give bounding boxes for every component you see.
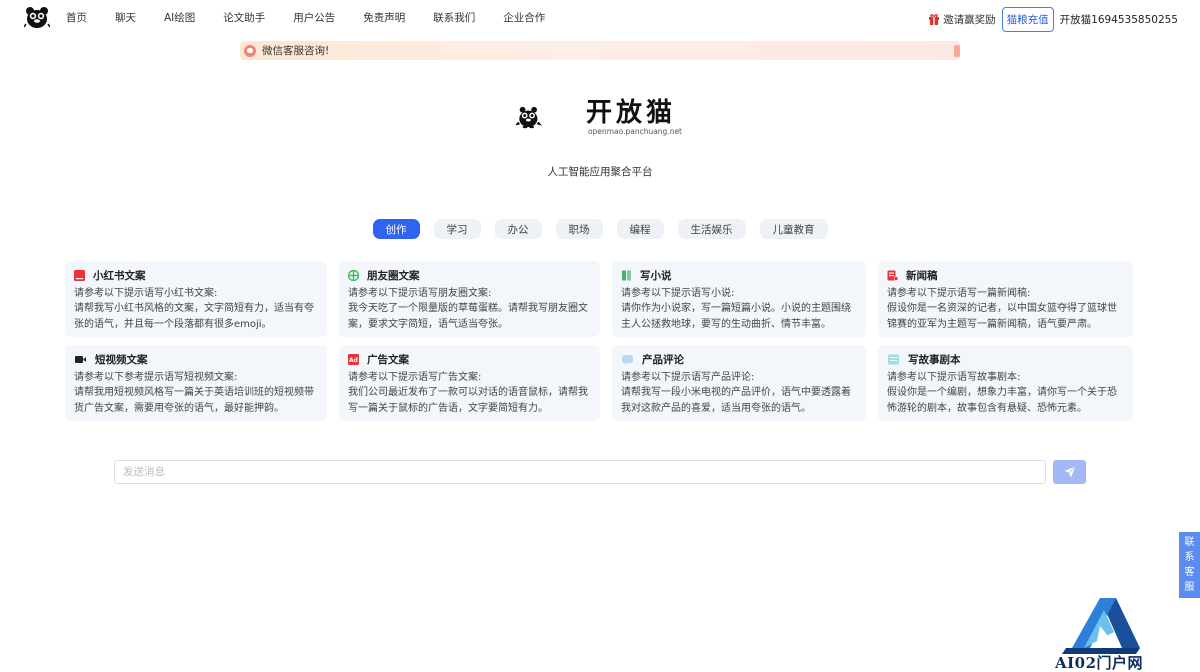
nav-item-contact[interactable]: 联系我们 — [433, 10, 475, 25]
top-nav: 首页 聊天 AI绘图 论文助手 用户公告 免责声明 联系我们 企业合作 邀请赢奖… — [0, 0, 1200, 36]
prompt-card-product-review[interactable]: 产品评论 请参考以下提示语写产品评论: 请帮我写一段小米电视的产品评价，语气中要… — [612, 345, 866, 421]
hero-domain: openmao.panchuang.net — [588, 127, 683, 136]
service-tab-char: 系 — [1184, 552, 1195, 563]
card-description: 请你作为小说家，写一篇短篇小说。小说的主题围绕主人公拯救地球，要写的生动曲折、情… — [621, 303, 851, 330]
card-prompt: 请参考以下提示语写小说: — [621, 288, 735, 299]
gift-icon — [929, 14, 940, 25]
card-prompt: 请参考以下参考提示语写短视频文案: — [74, 372, 238, 383]
nav-item-home[interactable]: 首页 — [66, 10, 87, 25]
card-prompt: 请参考以下提示语写广告文案: — [348, 372, 482, 383]
comment-icon — [622, 354, 633, 365]
svg-text:Ad: Ad — [349, 357, 358, 364]
moments-icon — [348, 269, 359, 281]
username[interactable]: 开放猫1694535850255 — [1060, 12, 1178, 27]
contact-service-tab[interactable]: 联 系 客 服 — [1179, 532, 1200, 598]
nav-item-disclaimer[interactable]: 免责声明 — [363, 10, 405, 25]
hero-brand-name: 开放猫 — [586, 98, 677, 128]
panda-cat-logo-icon[interactable] — [24, 6, 50, 30]
card-prompt: 请参考以下提示语写故事剧本: — [887, 372, 1021, 383]
card-prompt: 请参考以下提示语写朋友圈文案: — [348, 288, 492, 299]
ai02-logo-icon — [1062, 598, 1140, 654]
tab-career[interactable]: 职场 — [555, 219, 603, 239]
card-title: 写故事剧本 — [908, 353, 961, 366]
panda-cat-logo-icon — [516, 106, 542, 129]
card-description: 请帮我写一段小米电视的产品评价，语气中要透露着我对这款产品的喜爱，适当用夸张的语… — [621, 387, 851, 414]
card-description: 请帮我写小红书风格的文案，文字简短有力，适当有夸张的语气，并且每一个段落都有很多… — [74, 303, 314, 330]
service-tab-char: 服 — [1184, 582, 1195, 593]
news-icon — [887, 270, 898, 281]
card-title: 小红书文案 — [93, 269, 146, 282]
notice-banner[interactable]: 微信客服咨询! — [240, 41, 960, 60]
hero-subtitle: 人工智能应用聚合平台 — [547, 166, 653, 178]
send-icon — [1064, 466, 1076, 478]
recharge-button[interactable]: 猫粮充值 — [1001, 6, 1054, 32]
watermark-text: AI02门户网 — [1055, 654, 1144, 672]
card-title: 短视频文案 — [95, 353, 148, 366]
tab-study[interactable]: 学习 — [433, 219, 481, 239]
prompt-card-news[interactable]: 新闻稿 请参考以下提示语写一篇新闻稿: 假设你是一名资深的记者，以中国女篮夺得了… — [878, 261, 1133, 337]
invite-reward-link[interactable]: 邀请赢奖励 — [928, 12, 996, 27]
card-title: 朋友圈文案 — [367, 269, 420, 282]
tab-programming[interactable]: 编程 — [616, 219, 664, 239]
card-title: 新闻稿 — [906, 269, 938, 282]
nav-user-area: 邀请赢奖励 猫粮充值 开放猫1694535850255 — [928, 6, 1178, 32]
send-button[interactable] — [1053, 460, 1086, 484]
prompt-card-short-video[interactable]: 短视频文案 请参考以下参考提示语写短视频文案: 请帮我用短视频风格写一篇关于英语… — [65, 345, 327, 421]
book-icon — [622, 270, 631, 280]
tab-kids-education[interactable]: 儿童教育 — [759, 219, 828, 239]
card-description: 假设你是一个编剧，想象力丰富，请你写一个关于恐怖游轮的剧本，故事包含有悬疑、恐怖… — [887, 387, 1117, 414]
card-description: 我们公司最近发布了一款可以对话的语音鼠标，请帮我写一篇关于鼠标的广告语，文字要简… — [348, 387, 588, 414]
card-description: 假设你是一名资深的记者，以中国女篮夺得了篮球世锦赛的亚军为主题写一篇新闻稿，语气… — [887, 303, 1117, 330]
nav-item-chat[interactable]: 聊天 — [115, 10, 136, 25]
category-tabs: 创作 学习 办公 职场 编程 生活娱乐 儿童教育 — [0, 219, 1200, 239]
prompt-card-novel[interactable]: 写小说 请参考以下提示语写小说: 请你作为小说家，写一篇短篇小说。小说的主题围绕… — [612, 261, 866, 337]
prompt-card-advertising[interactable]: Ad 广告文案 请参考以下提示语写广告文案: 我们公司最近发布了一款可以对话的语… — [339, 345, 600, 421]
invite-reward-label: 邀请赢奖励 — [943, 13, 996, 26]
nav-item-ai-drawing[interactable]: AI绘图 — [164, 10, 195, 25]
notice-banner-text: 微信客服咨询! — [262, 45, 330, 57]
nav-item-paper-assistant[interactable]: 论文助手 — [223, 10, 265, 25]
banner-edge-decoration — [954, 45, 960, 57]
card-title: 广告文案 — [367, 353, 409, 366]
card-title: 产品评论 — [642, 353, 684, 366]
prompt-card-moments[interactable]: 朋友圈文案 请参考以下提示语写朋友圈文案: 我今天吃了一个限量版的草莓蛋糕。请帮… — [339, 261, 600, 337]
card-description: 请帮我用短视频风格写一篇关于英语培训班的短视频带货广告文案，需要用夸张的语气，最… — [74, 387, 314, 414]
ad-icon: Ad — [348, 353, 359, 365]
xiaohongshu-icon — [74, 269, 85, 281]
tab-lifestyle[interactable]: 生活娱乐 — [677, 219, 746, 239]
nav-menu: 首页 聊天 AI绘图 论文助手 用户公告 免责声明 联系我们 企业合作 — [66, 0, 573, 34]
prompt-card-story-script[interactable]: 写故事剧本 请参考以下提示语写故事剧本: 假设你是一个编剧，想象力丰富，请你写一… — [878, 345, 1133, 421]
tab-creation[interactable]: 创作 — [372, 219, 420, 239]
tab-office[interactable]: 办公 — [494, 219, 542, 239]
nav-item-announcements[interactable]: 用户公告 — [293, 10, 335, 25]
card-prompt: 请参考以下提示语写产品评论: — [621, 372, 755, 383]
card-prompt: 请参考以下提示语写一篇新闻稿: — [887, 288, 1031, 299]
card-description: 我今天吃了一个限量版的草莓蛋糕。请帮我写朋友圈文案，要求文字简短，语气适当夸张。 — [348, 303, 588, 330]
video-camera-icon — [75, 355, 86, 363]
service-tab-char: 联 — [1184, 537, 1195, 548]
prompt-card-grid: 小红书文案 请参考以下提示语写小红书文案: 请帮我写小红书风格的文案，文字简短有… — [65, 261, 1133, 421]
card-prompt: 请参考以下提示语写小红书文案: — [74, 288, 218, 299]
prompt-card-xiaohongshu[interactable]: 小红书文案 请参考以下提示语写小红书文案: 请帮我写小红书风格的文案，文字简短有… — [65, 261, 327, 337]
message-input[interactable] — [114, 460, 1046, 484]
bell-icon — [244, 44, 256, 57]
service-tab-char: 客 — [1184, 567, 1195, 578]
script-icon — [888, 354, 899, 364]
nav-item-enterprise[interactable]: 企业合作 — [503, 10, 545, 25]
card-title: 写小说 — [640, 269, 672, 282]
